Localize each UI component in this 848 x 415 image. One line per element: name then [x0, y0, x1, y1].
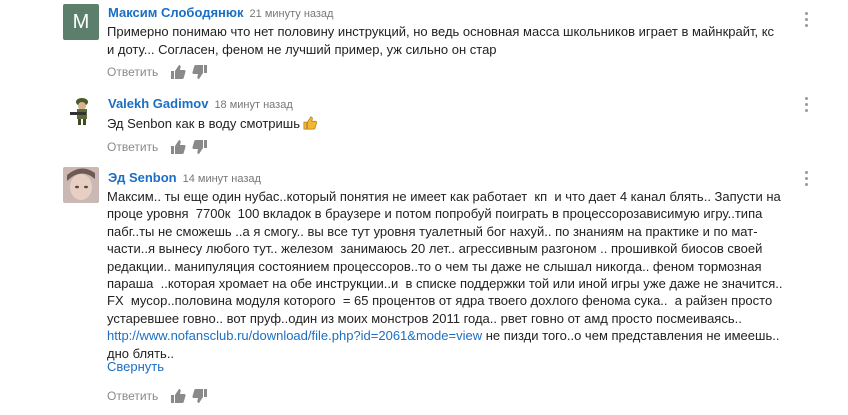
avatar-photo-icon: [63, 167, 99, 203]
comment-actions: Ответить: [107, 139, 214, 155]
comment-header: Valekh Gadimov 18 минут назад: [108, 96, 293, 111]
dislike-icon[interactable]: [192, 388, 208, 404]
more-menu-icon[interactable]: [805, 97, 809, 113]
avatar[interactable]: [66, 94, 98, 126]
comment-text: Максим.. ты еще один нубас..который поня…: [107, 188, 807, 362]
dislike-icon[interactable]: [192, 139, 208, 155]
comment-line: Примерно понимаю что нет половину инстру…: [107, 24, 775, 39]
comment-header: Максим Слободянюк 21 минуту назад: [108, 5, 333, 20]
comment-actions: Ответить: [107, 64, 214, 80]
author-name[interactable]: Максим Слободянюк: [108, 5, 244, 20]
timestamp[interactable]: 21 минуту назад: [250, 8, 334, 20]
reply-button[interactable]: Ответить: [107, 389, 158, 403]
like-icon[interactable]: [170, 64, 186, 80]
more-menu-icon[interactable]: [805, 171, 809, 187]
reply-button[interactable]: Ответить: [107, 140, 158, 154]
more-menu-icon[interactable]: [805, 12, 809, 28]
thumbs-up-emoji-icon: [303, 116, 317, 130]
comment-line: пабг..ты не сможешь ..а я смогу.. вы все…: [107, 223, 758, 239]
collapse-button[interactable]: Свернуть: [107, 359, 164, 374]
comment-line: части..я вынесу любого тут.. железом зан…: [107, 241, 763, 257]
author-name[interactable]: Valekh Gadimov: [108, 96, 208, 111]
comment-line: устаревшее говно.. вот пруф..один из мои…: [107, 310, 742, 326]
avatar[interactable]: [63, 167, 99, 203]
comment-actions: Ответить: [107, 388, 214, 404]
avatar[interactable]: M: [63, 4, 99, 40]
timestamp[interactable]: 18 минут назад: [214, 99, 292, 111]
comment-line: Эд Senbon как в воду смотришь: [107, 116, 300, 131]
like-icon[interactable]: [170, 139, 186, 155]
comment-line: параша ..которая хромает на обе инструкц…: [107, 276, 783, 292]
comment-link[interactable]: http://www.nofansclub.ru/download/file.p…: [107, 328, 482, 343]
comment-line: и доту... Согласен, феном не лучший прим…: [107, 41, 497, 57]
comment-line: Максим.. ты еще один нубас..который поня…: [107, 189, 781, 204]
comment-text: Примерно понимаю что нет половину инстру…: [107, 23, 807, 58]
comment-line: проце уровня 7700к 100 вкладок в браузер…: [107, 206, 763, 222]
reply-button[interactable]: Ответить: [107, 65, 158, 79]
like-icon[interactable]: [170, 388, 186, 404]
dislike-icon[interactable]: [192, 64, 208, 80]
comment-line: редакции.. манипуляция состоянием процес…: [107, 258, 762, 274]
comment-header: Эд Senbon 14 минут назад: [108, 170, 261, 185]
avatar-soldier-icon: [66, 94, 98, 126]
comment-text: Эд Senbon как в воду смотришь: [107, 115, 807, 133]
comment-line: FX мусор..половина модуля которого = 65 …: [107, 293, 773, 309]
timestamp[interactable]: 14 минут назад: [183, 173, 261, 185]
author-name[interactable]: Эд Senbon: [108, 170, 177, 185]
comment-line: не пизди того..о чем представления не им…: [482, 328, 780, 344]
